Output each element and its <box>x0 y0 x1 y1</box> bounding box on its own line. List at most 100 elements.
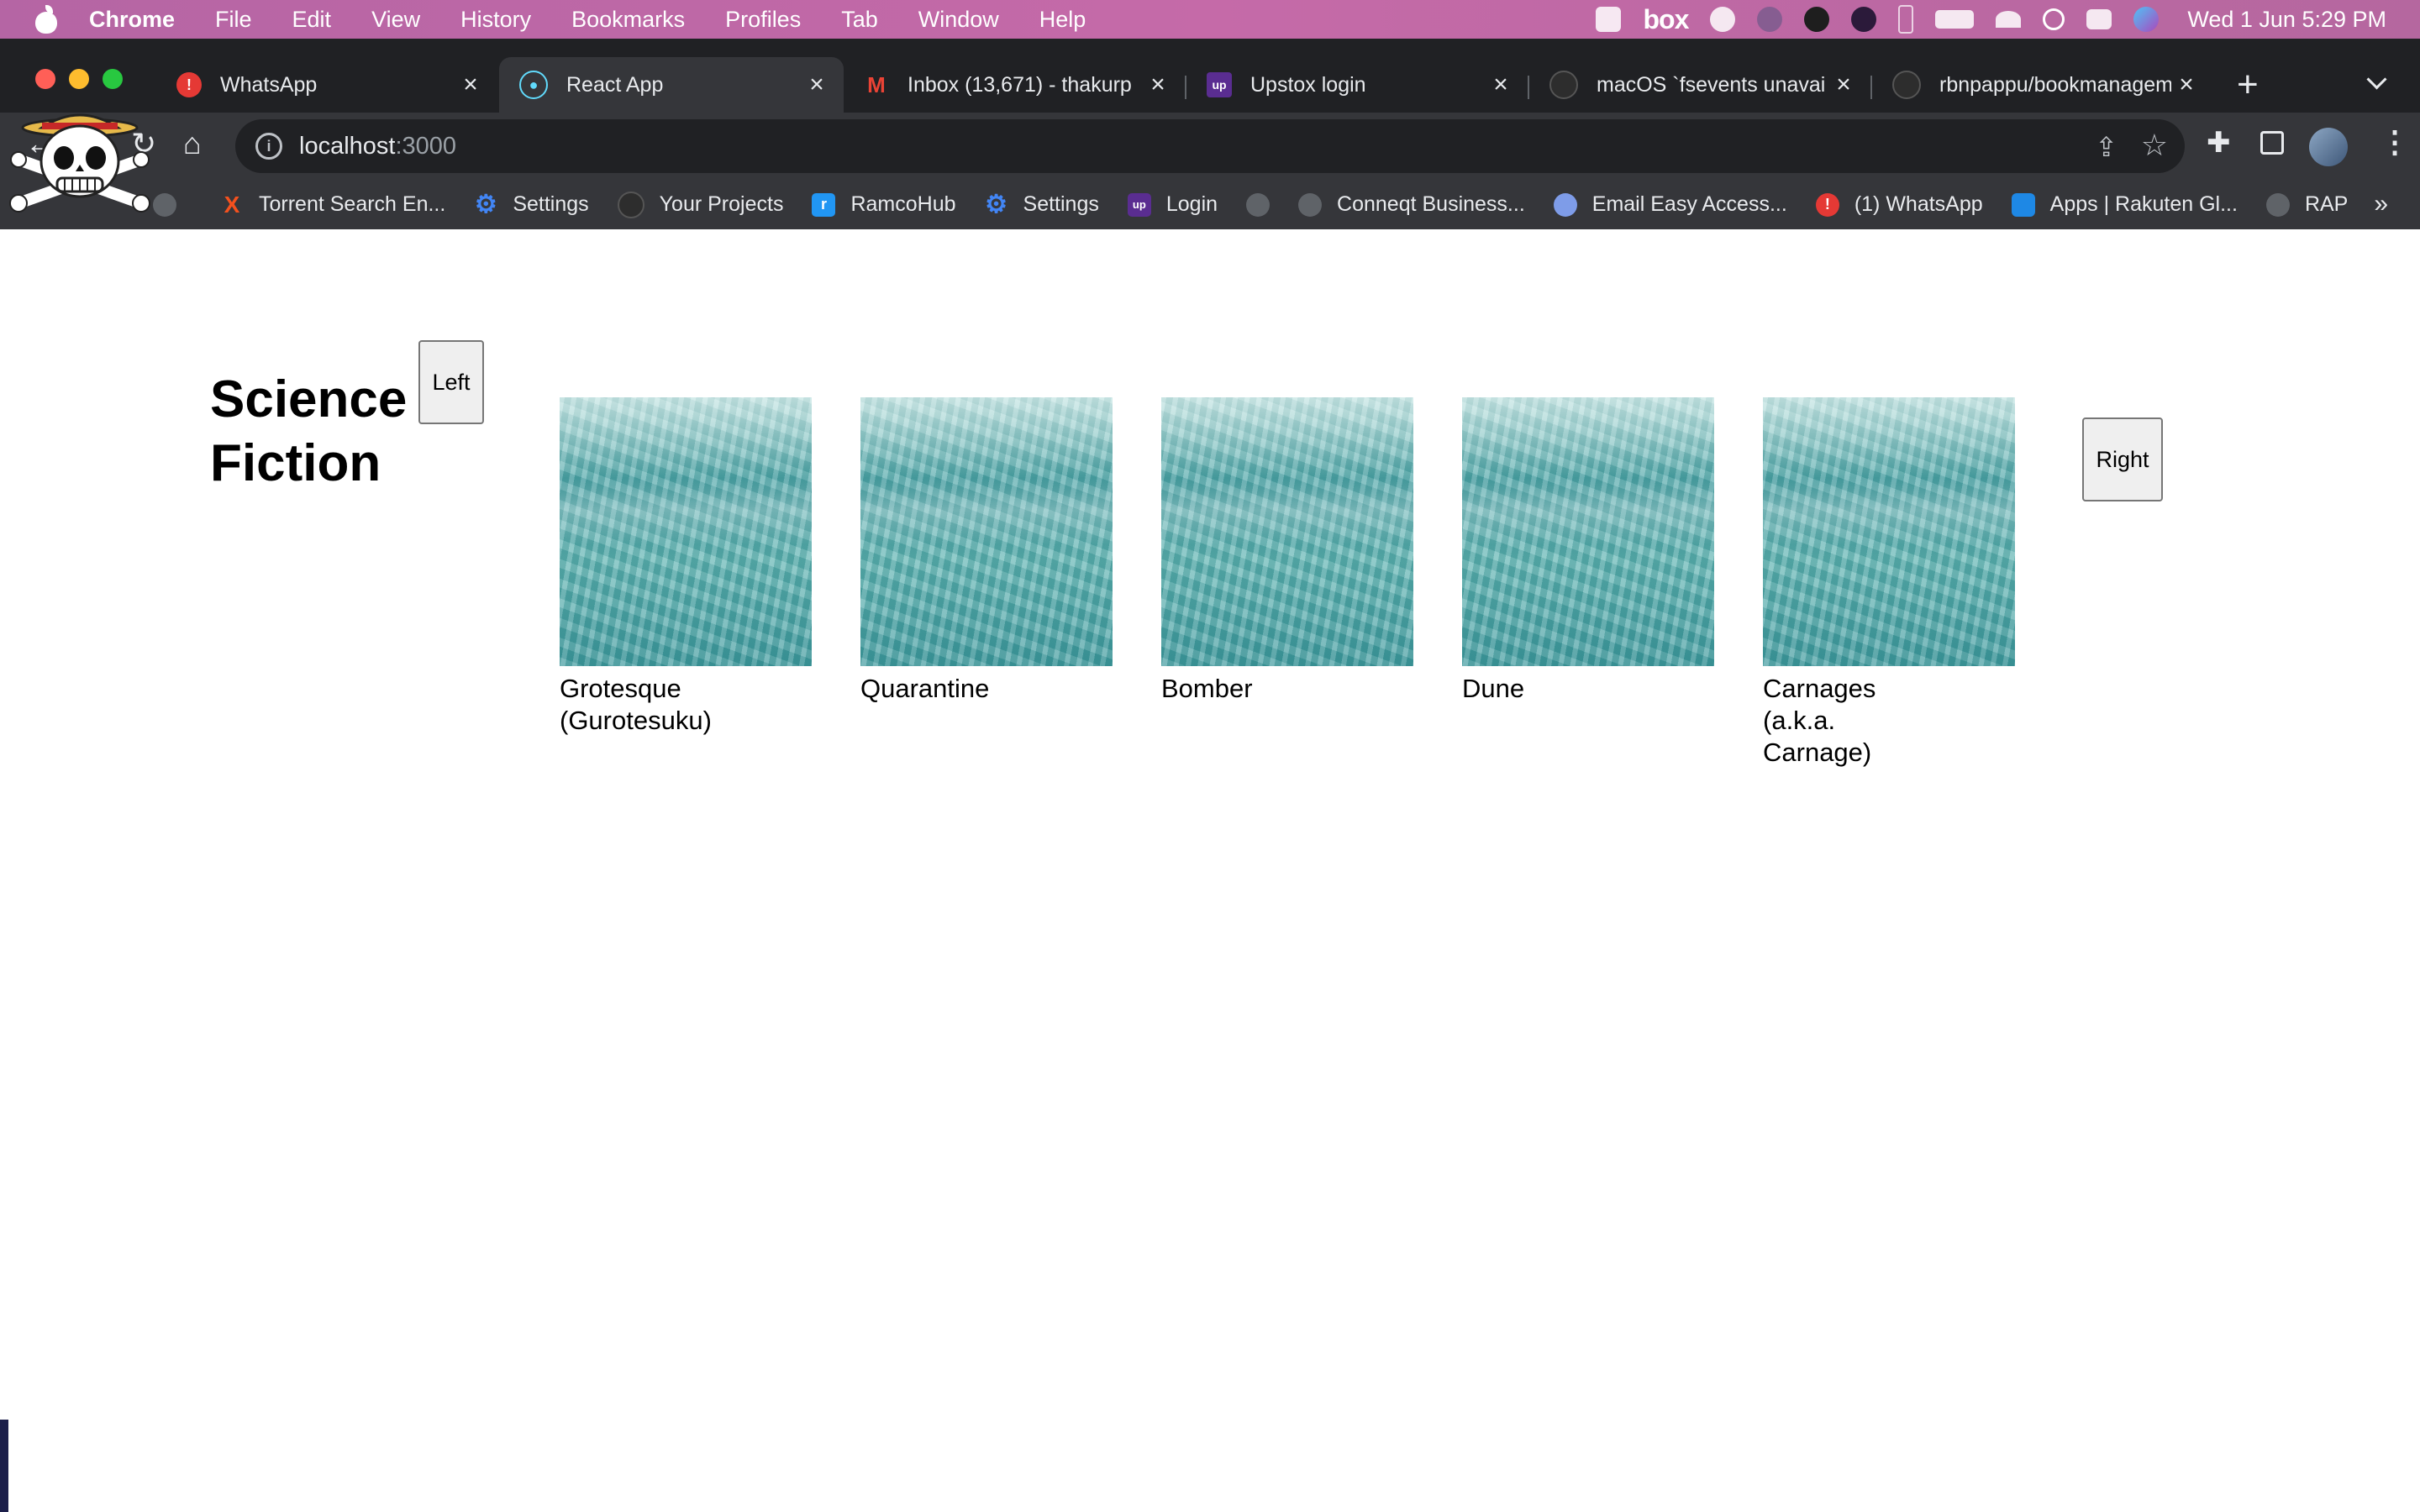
box-icon[interactable]: box <box>1643 4 1689 35</box>
bookmark-label: Conneqt Business... <box>1337 192 1525 216</box>
bookmark-star-icon[interactable]: ☆ <box>2141 128 2168 163</box>
menu-help[interactable]: Help <box>1039 7 1086 33</box>
share-icon[interactable]: ⇪ <box>2095 131 2118 163</box>
bookmark-label: Settings <box>1023 192 1099 216</box>
close-tab-icon[interactable]: × <box>1486 71 1516 99</box>
new-tab-icon[interactable]: + <box>2237 64 2259 106</box>
book-title: Quarantine <box>860 674 990 703</box>
menu-file[interactable]: File <box>215 7 252 33</box>
viber-icon[interactable] <box>1851 7 1877 32</box>
book-title: Dune <box>1462 674 1525 703</box>
book-cover-image[interactable] <box>1161 397 1413 666</box>
menu-edit[interactable]: Edit <box>292 7 332 33</box>
tab-whatsapp[interactable]: ! WhatsApp × <box>156 57 497 113</box>
book-title: Grotesque (Gurotesuku) <box>560 674 712 735</box>
bookmark-your-projects[interactable]: Your Projects <box>617 191 784 218</box>
book-cover-image[interactable] <box>1763 397 2015 666</box>
bookmark-globe-2[interactable] <box>1246 192 1270 217</box>
bookmark-label: Your Projects <box>659 192 784 216</box>
home-icon[interactable]: ⌂ <box>183 126 202 161</box>
bookmark-label: Torrent Search En... <box>259 192 446 216</box>
close-tab-icon[interactable]: × <box>802 71 832 99</box>
tab-upstox-login[interactable]: up Upstox login × <box>1186 57 1528 113</box>
book-card[interactable]: Bomber <box>1161 397 1413 705</box>
close-tab-icon[interactable]: × <box>1828 71 1859 99</box>
book-title: Carnages (a.k.a. Carnage) <box>1763 674 1876 767</box>
bookmark-email-easy-access[interactable]: Email Easy Access... <box>1553 192 1787 217</box>
scroll-right-button[interactable]: Right <box>2082 417 2163 501</box>
menu-view[interactable]: View <box>371 7 420 33</box>
globe-icon <box>1246 192 1270 217</box>
bookmark-ramcohub[interactable]: r RamcoHub <box>812 192 956 217</box>
tab-title: rbnpappu/bookmanagem <box>1939 72 2171 97</box>
close-window-button[interactable] <box>35 69 55 89</box>
maximize-window-button[interactable] <box>103 69 123 89</box>
tab-macos-fsevents[interactable]: macOS `fsevents unavai × <box>1529 57 1870 113</box>
url-port: :3000 <box>395 132 457 160</box>
vpn-icon[interactable] <box>1710 7 1736 32</box>
apple-icon[interactable] <box>34 5 59 34</box>
zoom-icon[interactable] <box>1596 7 1622 32</box>
tab-title: Upstox login <box>1250 72 1366 97</box>
menu-bookmarks[interactable]: Bookmarks <box>571 7 685 33</box>
chat-bubble-icon[interactable] <box>1804 7 1830 32</box>
book-card[interactable]: Carnages (a.k.a. Carnage) <box>1763 397 2015 769</box>
book-cover-image[interactable] <box>860 397 1113 666</box>
bookmark-whatsapp[interactable]: ! (1) WhatsApp <box>1815 192 1983 217</box>
tab-title: Inbox (13,671) - thakurp <box>908 72 1132 97</box>
bookmark-label: Apps | Rakuten Gl... <box>2049 192 2238 216</box>
react-icon: ● <box>519 71 548 99</box>
tab-gmail-inbox[interactable]: M Inbox (13,671) - thakurp × <box>844 57 1185 113</box>
globe-icon <box>1298 192 1323 217</box>
menu-tab[interactable]: Tab <box>841 7 878 33</box>
colors-icon[interactable] <box>1757 7 1783 32</box>
minimize-window-button[interactable] <box>69 69 89 89</box>
scroll-left-button[interactable]: Left <box>418 340 484 424</box>
bookmark-rap[interactable]: RAP <box>2265 192 2348 217</box>
url-text[interactable]: localhost:3000 <box>299 133 456 160</box>
bookmarks-overflow-icon[interactable]: » <box>2374 190 2388 218</box>
siri-icon[interactable] <box>2133 7 2160 32</box>
bookmark-torrent-search[interactable]: X Torrent Search En... <box>220 191 446 218</box>
email-icon <box>1553 192 1577 217</box>
wifi-icon[interactable] <box>1996 11 2022 28</box>
tab-react-app[interactable]: ● React App × <box>499 57 844 113</box>
bookmark-settings[interactable]: ⚙ Settings <box>474 191 589 218</box>
bookmark-login[interactable]: up Login <box>1127 192 1218 217</box>
book-card[interactable]: Quarantine <box>860 397 1113 705</box>
tab-search-chevron-icon[interactable] <box>2366 69 2387 90</box>
menu-history[interactable]: History <box>460 7 531 33</box>
menu-profiles[interactable]: Profiles <box>725 7 801 33</box>
book-cover-image[interactable] <box>1462 397 1714 666</box>
gear-icon: ⚙ <box>474 191 497 218</box>
site-info-icon[interactable]: i <box>255 133 282 160</box>
bluetooth-icon[interactable] <box>1898 5 1914 34</box>
close-tab-icon[interactable]: × <box>1143 71 1173 99</box>
menubar-clock[interactable]: Wed 1 Jun 5:29 PM <box>2187 7 2386 33</box>
book-card[interactable]: Grotesque (Gurotesuku) <box>560 397 812 737</box>
address-bar[interactable]: i localhost:3000 ⇪ ☆ <box>235 119 2185 173</box>
search-icon[interactable] <box>2043 8 2065 30</box>
menu-app-name[interactable]: Chrome <box>89 7 175 33</box>
menu-window[interactable]: Window <box>918 7 999 33</box>
bookmark-globe[interactable] <box>153 192 192 217</box>
bookmark-rakuten-apps[interactable]: Apps | Rakuten Gl... <box>2011 192 2238 217</box>
battery-icon[interactable] <box>1935 10 1975 29</box>
tab-bookmanagement-repo[interactable]: rbnpappu/bookmanagem × <box>1872 57 2213 113</box>
book-card[interactable]: Dune <box>1462 397 1714 705</box>
profile-avatar[interactable] <box>2309 128 2348 166</box>
torrent-icon: X <box>224 191 240 218</box>
upstox-icon: up <box>1127 192 1151 217</box>
globe-icon <box>153 192 176 217</box>
extensions-puzzle-icon[interactable]: ✚ <box>2207 126 2231 160</box>
side-panel-icon[interactable] <box>2260 131 2284 155</box>
github-icon <box>617 191 644 218</box>
bookmark-settings-2[interactable]: ⚙ Settings <box>985 191 1099 218</box>
close-tab-icon[interactable]: × <box>2171 71 2202 99</box>
book-cover-image[interactable] <box>560 397 812 666</box>
bookmark-conneqt-business[interactable]: Conneqt Business... <box>1298 192 1525 217</box>
github-icon <box>1892 71 1921 99</box>
close-tab-icon[interactable]: × <box>455 71 486 99</box>
more-menu-icon[interactable]: ⋮ <box>2380 124 2410 160</box>
control-center-icon[interactable] <box>2086 9 2112 29</box>
